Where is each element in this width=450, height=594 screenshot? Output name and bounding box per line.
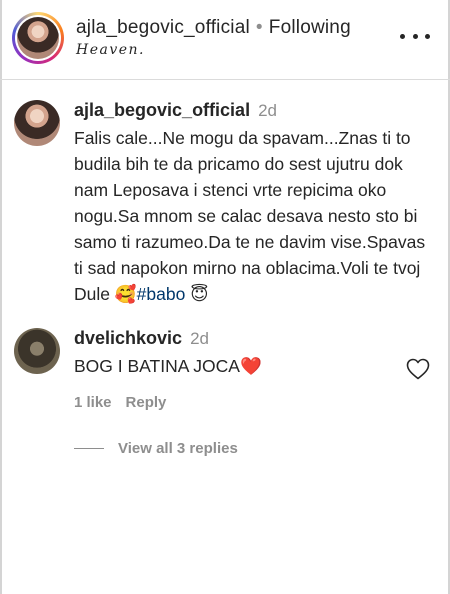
header-username[interactable]: ajla_begovic_official [76, 17, 250, 38]
caption-main-text: Falis cale...Ne mogu da spavam...Znas ti… [74, 128, 426, 304]
dot-icon [412, 33, 418, 39]
caption-text: Falis cale...Ne mogu da spavam...Znas ti… [74, 125, 436, 308]
dot-icon [400, 33, 405, 39]
smiling-hearts-emoji-icon: 🥰 [114, 285, 137, 305]
comment-avatar[interactable] [14, 328, 60, 374]
following-button[interactable]: Following [269, 17, 351, 38]
comment-main-text: BOG I BATINA JOCA [74, 356, 240, 376]
caption-avatar[interactable] [14, 100, 60, 146]
caption-username[interactable]: ajla_begovic_official [74, 100, 250, 120]
post-header: ajla_begovic_official • Following Heaven. [0, 0, 450, 80]
comment-item: dvelichkovic 2d BOG I BATINA JOCA❤️ 1 lik… [14, 328, 436, 458]
comment-like-count[interactable]: 1 like [74, 394, 112, 411]
avatar[interactable] [17, 17, 59, 59]
comment-timestamp[interactable]: 2d [190, 329, 209, 348]
window-border-left [0, 0, 2, 594]
comment-meta: 1 like Reply [74, 394, 166, 411]
more-options-button[interactable] [400, 26, 430, 46]
caption-body: ajla_begovic_official 2d Falis cale...Ne … [74, 100, 436, 308]
view-replies-label: View all 3 replies [118, 440, 238, 457]
header-separator: • [255, 17, 263, 38]
comment-text: BOG I BATINA JOCA❤️ [74, 353, 436, 380]
halo-emoji-icon: 😇 [190, 285, 209, 305]
like-heart-icon[interactable] [406, 358, 430, 380]
view-replies-button[interactable]: View all 3 replies [74, 440, 238, 457]
replies-divider [74, 448, 104, 449]
comment-username[interactable]: dvelichkovic [74, 328, 182, 348]
hashtag-link[interactable]: #babo [137, 284, 186, 304]
caption-timestamp[interactable]: 2d [258, 101, 277, 120]
red-heart-emoji-icon: ❤️ [239, 357, 262, 377]
reply-button[interactable]: Reply [126, 394, 167, 411]
post-location[interactable]: Heaven. [76, 42, 145, 58]
dot-icon [425, 33, 430, 39]
story-ring[interactable] [12, 12, 64, 64]
caption-comment: ajla_begovic_official 2d Falis cale...Ne … [14, 100, 436, 310]
header-username-line: ajla_begovic_official • Following [76, 17, 351, 39]
comment-body: dvelichkovic 2d BOG I BATINA JOCA❤️ [74, 328, 436, 380]
